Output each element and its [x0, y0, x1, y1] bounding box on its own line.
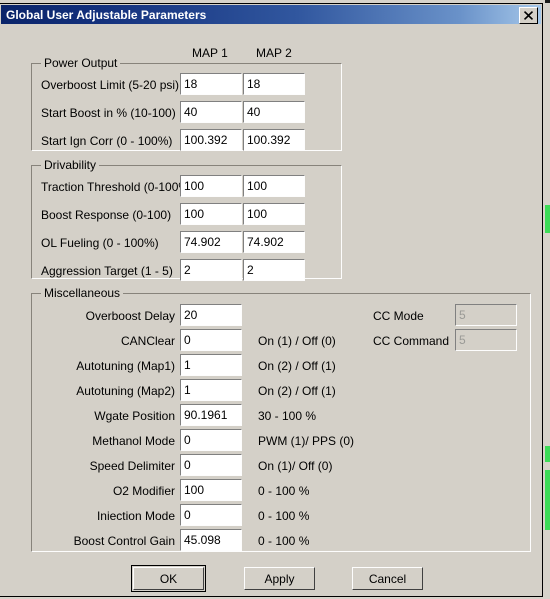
- input-o2-modifier[interactable]: 100: [180, 479, 242, 501]
- input-start-boost-map1[interactable]: 40: [180, 101, 242, 123]
- group-miscellaneous-legend: Miscellaneous: [41, 286, 124, 300]
- input-methanol-mode[interactable]: 0: [180, 429, 242, 451]
- label-iniection-mode: Iniection Mode: [96, 509, 175, 523]
- label-aggression-target: Aggression Target (1 - 5): [41, 264, 173, 278]
- input-aggression-target-map1[interactable]: 2: [180, 259, 242, 281]
- input-cc-command[interactable]: 5: [455, 329, 517, 351]
- title-bar: Global User Adjustable Parameters: [1, 5, 541, 24]
- label-boost-control-gain: Boost Control Gain: [73, 534, 175, 548]
- window-title: Global User Adjustable Parameters: [6, 7, 207, 22]
- label-o2-modifier: O2 Modifier: [112, 484, 175, 498]
- hint-o2-modifier: 0 - 100 %: [258, 484, 310, 498]
- label-ol-fueling: OL Fueling (0 - 100%): [41, 236, 159, 250]
- input-ol-fueling-map2[interactable]: 74.902: [243, 231, 305, 253]
- label-start-ign-corr: Start Ign Corr (0 - 100%): [41, 134, 173, 148]
- backdrop-sliver-top: [545, 0, 550, 3]
- group-power-output-legend: Power Output: [41, 56, 121, 70]
- hint-boost-control-gain: 0 - 100 %: [258, 534, 310, 548]
- input-traction-threshold-map2[interactable]: 100: [243, 175, 305, 197]
- label-speed-delimiter: Speed Delimiter: [89, 459, 175, 473]
- input-overboost-limit-map1[interactable]: 18: [180, 73, 242, 95]
- input-iniection-mode[interactable]: 0: [180, 504, 242, 526]
- dialog-window: Global User Adjustable Parameters MAP 1 …: [0, 3, 543, 597]
- input-boost-response-map2[interactable]: 100: [243, 203, 305, 225]
- label-overboost-limit: Overboost Limit (5-20 psi): [41, 78, 180, 92]
- label-start-boost: Start Boost in % (10-100): [41, 106, 176, 120]
- hint-methanol-mode: PWM (1)/ PPS (0): [258, 434, 355, 448]
- input-boost-control-gain[interactable]: 45.098: [180, 529, 242, 551]
- input-overboost-delay[interactable]: 20: [180, 304, 242, 326]
- input-overboost-limit-map2[interactable]: 18: [243, 73, 305, 95]
- close-icon[interactable]: [519, 7, 538, 24]
- input-boost-response-map1[interactable]: 100: [180, 203, 242, 225]
- label-overboost-delay: Overboost Delay: [85, 309, 175, 323]
- column-header-map1: MAP 1: [192, 46, 228, 60]
- hint-wgate-position: 30 - 100 %: [258, 409, 317, 423]
- group-drivability-legend: Drivability: [41, 158, 100, 172]
- apply-button[interactable]: Apply: [244, 567, 315, 590]
- label-canclear: CANClear: [120, 334, 175, 348]
- input-start-boost-map2[interactable]: 40: [243, 101, 305, 123]
- input-wgate-position[interactable]: 90.1961: [180, 404, 242, 426]
- hint-autotuning-map2: On (2) / Off (1): [258, 384, 336, 398]
- input-canclear[interactable]: 0: [180, 329, 242, 351]
- hint-speed-delimiter: On (1)/ Off (0): [258, 459, 333, 473]
- label-cc-mode: CC Mode: [373, 309, 424, 323]
- label-traction-threshold: Traction Threshold (0-100%): [41, 180, 194, 194]
- input-start-ign-corr-map1[interactable]: 100.392: [180, 129, 242, 151]
- hint-autotuning-map1: On (2) / Off (1): [258, 359, 336, 373]
- column-header-map2: MAP 2: [256, 46, 292, 60]
- input-autotuning-map2[interactable]: 1: [180, 379, 242, 401]
- label-cc-command: CC Command: [373, 334, 450, 348]
- input-traction-threshold-map1[interactable]: 100: [180, 175, 242, 197]
- input-speed-delimiter[interactable]: 0: [180, 454, 242, 476]
- ok-button[interactable]: OK: [131, 565, 206, 592]
- input-start-ign-corr-map2[interactable]: 100.392: [243, 129, 305, 151]
- cancel-button[interactable]: Cancel: [352, 567, 423, 590]
- input-aggression-target-map2[interactable]: 2: [243, 259, 305, 281]
- backdrop-sliver-2: [545, 446, 550, 462]
- input-cc-mode[interactable]: 5: [455, 304, 517, 326]
- backdrop-sliver-1: [545, 205, 550, 233]
- label-autotuning-map2: Autotuning (Map2): [76, 384, 175, 398]
- label-methanol-mode: Methanol Mode: [92, 434, 175, 448]
- label-boost-response: Boost Response (0-100): [41, 208, 172, 222]
- hint-iniection-mode: 0 - 100 %: [258, 509, 310, 523]
- backdrop-sliver-3: [545, 470, 550, 530]
- hint-canclear: On (1) / Off (0): [258, 334, 336, 348]
- label-wgate-position: Wgate Position: [94, 409, 175, 423]
- input-ol-fueling-map1[interactable]: 74.902: [180, 231, 242, 253]
- label-autotuning-map1: Autotuning (Map1): [76, 359, 175, 373]
- input-autotuning-map1[interactable]: 1: [180, 354, 242, 376]
